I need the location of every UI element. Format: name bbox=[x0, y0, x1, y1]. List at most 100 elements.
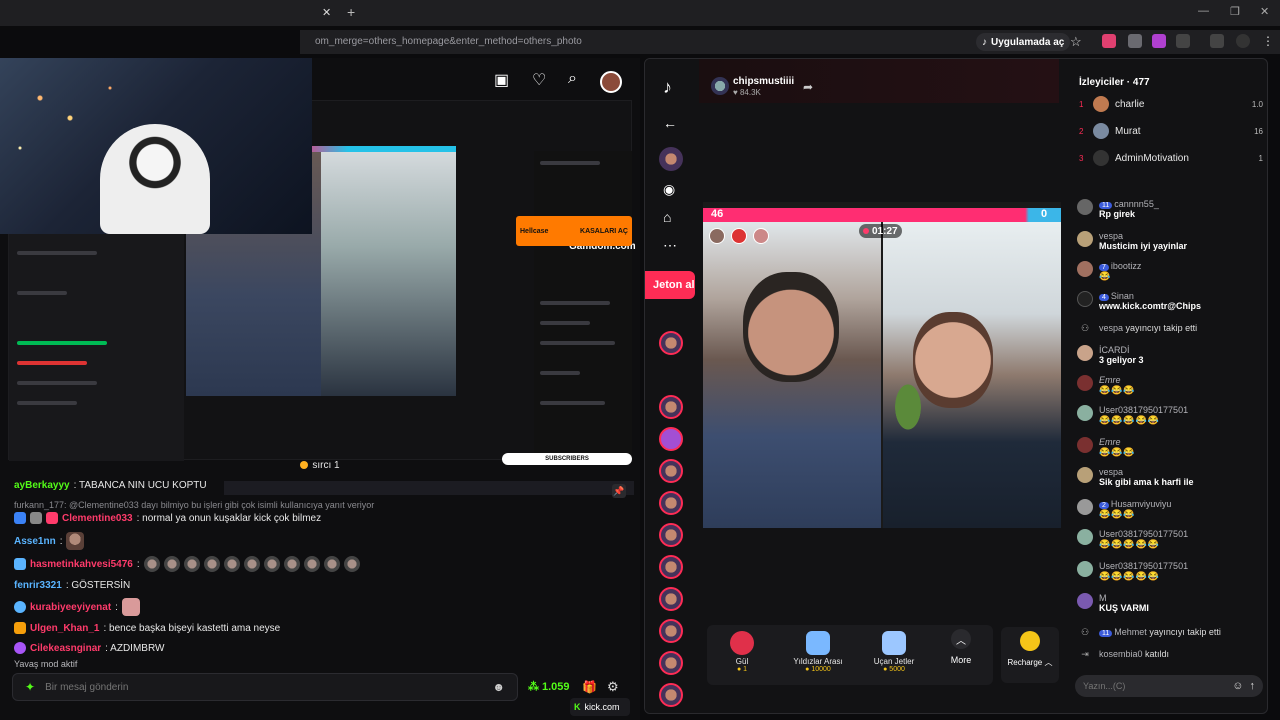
chat-avatar[interactable] bbox=[1077, 291, 1093, 307]
live-avatar[interactable] bbox=[659, 683, 683, 707]
pin-icon[interactable]: 📌 bbox=[612, 484, 626, 498]
minimize-icon[interactable]: — bbox=[1198, 5, 1209, 17]
live-avatar[interactable] bbox=[659, 651, 683, 675]
send-icon[interactable]: ↑ bbox=[1250, 680, 1256, 692]
message-input[interactable] bbox=[45, 681, 483, 693]
chat-avatar[interactable] bbox=[1077, 467, 1093, 483]
viewer-row[interactable]: 2 Murat 16 bbox=[1079, 122, 1263, 140]
live-avatar[interactable] bbox=[659, 331, 683, 355]
more-dots-icon[interactable]: ⋯ bbox=[663, 237, 677, 254]
chat-username[interactable]: Ulgen_Khan_1 bbox=[30, 623, 99, 634]
chat-username[interactable]: İCARDİ bbox=[1099, 345, 1144, 355]
live-avatar[interactable] bbox=[659, 459, 683, 483]
new-tab-icon[interactable]: + bbox=[347, 4, 355, 20]
tab-close-icon[interactable]: ✕ bbox=[322, 6, 331, 19]
comment-input-box[interactable]: ☺ ↑ bbox=[1075, 675, 1263, 697]
gift-icon[interactable]: 🎁 bbox=[582, 680, 597, 694]
chat-username[interactable]: vespa bbox=[1099, 231, 1187, 241]
buy-coins-button[interactable]: Jeton al bbox=[645, 271, 695, 299]
back-arrow-icon[interactable]: ← bbox=[663, 115, 677, 131]
chat-input[interactable]: ✦ ☻ bbox=[12, 673, 518, 701]
shield-extension-icon[interactable] bbox=[1128, 34, 1142, 48]
chat-avatar[interactable] bbox=[1077, 345, 1093, 361]
chat-username[interactable]: ayBerkayyy bbox=[14, 480, 70, 491]
chat-avatar[interactable] bbox=[1077, 199, 1093, 215]
puzzle-icon[interactable] bbox=[1176, 34, 1190, 48]
menu-dots-icon[interactable]: ⋮ bbox=[1262, 34, 1274, 48]
camera-icon[interactable]: ◉ bbox=[663, 181, 675, 198]
chat-username[interactable]: 11 cannnn55_ bbox=[1099, 199, 1159, 209]
theater-icon[interactable]: ▣ bbox=[494, 70, 509, 90]
chat-username[interactable]: 7 ibootizz bbox=[1099, 261, 1141, 271]
chat-username[interactable]: 2 Husamviyuviyu bbox=[1099, 499, 1171, 509]
chat-avatar[interactable] bbox=[1077, 405, 1093, 421]
search-icon[interactable]: ⌕ bbox=[568, 70, 577, 88]
chat-username[interactable]: Emre bbox=[1099, 375, 1136, 385]
address-text[interactable]: om_merge=others_homepage&enter_method=ot… bbox=[315, 36, 582, 47]
profile-icon[interactable] bbox=[1236, 34, 1250, 48]
chat-username[interactable]: Emre bbox=[1099, 437, 1136, 447]
more-gifts-button[interactable]: ︿ More bbox=[939, 629, 983, 681]
share-icon[interactable]: ➦ bbox=[803, 80, 813, 94]
chat-username[interactable]: M bbox=[1099, 593, 1149, 603]
chat-username[interactable]: kosembia0 bbox=[1099, 649, 1143, 659]
chat-username[interactable]: vespa bbox=[1099, 467, 1194, 477]
chat-avatar[interactable] bbox=[1077, 231, 1093, 247]
comment-input[interactable] bbox=[1083, 681, 1233, 691]
live-avatar[interactable] bbox=[659, 395, 683, 419]
live-avatar[interactable] bbox=[659, 427, 683, 451]
close-window-icon[interactable]: ✕ bbox=[1260, 5, 1269, 18]
chat-username[interactable]: fenrir3321 bbox=[14, 580, 62, 591]
viewer-row[interactable]: 3 AdminMotivation 1 bbox=[1079, 149, 1263, 167]
contributor-avatar[interactable] bbox=[709, 228, 725, 244]
extension-icon[interactable] bbox=[1102, 34, 1116, 48]
emoji-icon[interactable]: ☻ bbox=[492, 680, 505, 694]
chat-avatar[interactable] bbox=[1077, 593, 1093, 609]
chat-username[interactable]: Cilekeasnginar bbox=[30, 643, 101, 654]
chat-avatar[interactable] bbox=[1077, 529, 1093, 545]
maximize-icon[interactable]: ❐ bbox=[1230, 5, 1240, 18]
viewer-row[interactable]: 1 charlie 1.0 bbox=[1079, 95, 1263, 113]
open-in-app-button[interactable]: ♪ Uygulamada aç bbox=[976, 33, 1071, 51]
avatar[interactable] bbox=[600, 71, 622, 93]
chat-username[interactable]: Asse1nn bbox=[14, 536, 56, 547]
gift-item[interactable]: Uçan Jetler ● 5000 bbox=[859, 631, 929, 673]
sidebar-avatar[interactable] bbox=[659, 147, 683, 171]
chat-avatar[interactable] bbox=[1077, 261, 1093, 277]
contributor-avatar[interactable] bbox=[753, 228, 769, 244]
gift-item[interactable]: Gül ● 1 bbox=[707, 631, 777, 673]
sparkle-icon[interactable]: ✦ bbox=[25, 680, 35, 694]
chat-avatar[interactable] bbox=[1077, 561, 1093, 577]
chat-username[interactable]: Clementine033 bbox=[62, 513, 133, 524]
recharge-button[interactable]: Recharge ︿ bbox=[1001, 627, 1059, 683]
gift-item[interactable]: Yıldızlar Arası ● 10000 bbox=[783, 631, 853, 673]
live-avatar[interactable] bbox=[659, 587, 683, 611]
media-icon[interactable] bbox=[1210, 34, 1224, 48]
chat-username[interactable]: vespa bbox=[1099, 323, 1123, 333]
live-avatar[interactable] bbox=[659, 491, 683, 515]
home-icon[interactable]: ⌂ bbox=[663, 209, 671, 225]
host-avatar[interactable] bbox=[711, 77, 729, 95]
chat-username[interactable]: kurabiyeeyiyenat bbox=[30, 602, 111, 613]
chat-avatar[interactable] bbox=[1077, 499, 1093, 515]
gear-icon[interactable]: ⚙ bbox=[607, 679, 619, 695]
live-avatar[interactable] bbox=[659, 619, 683, 643]
host-name[interactable]: chipsmustiiii bbox=[733, 76, 794, 87]
bookmark-star-icon[interactable]: ☆ bbox=[1070, 34, 1084, 49]
chat-username[interactable]: hasmetinkahvesi5476 bbox=[30, 559, 133, 570]
chat-username[interactable]: 11 Mehmet bbox=[1099, 627, 1147, 637]
live-avatar[interactable] bbox=[659, 523, 683, 547]
chat-avatar[interactable] bbox=[1077, 375, 1093, 391]
chat-username[interactable]: User03817950177501 bbox=[1099, 529, 1188, 539]
heart-icon[interactable]: ♡ bbox=[532, 70, 546, 90]
chat-avatar[interactable] bbox=[1077, 437, 1093, 453]
extension-icon[interactable] bbox=[1152, 34, 1166, 48]
chat-username[interactable]: User03817950177501 bbox=[1099, 405, 1188, 415]
live-avatar[interactable] bbox=[659, 555, 683, 579]
chat-username[interactable]: 4 Sinan bbox=[1099, 291, 1201, 301]
emoji-icon[interactable]: ☺ bbox=[1232, 680, 1243, 692]
chat-username[interactable]: User03817950177501 bbox=[1099, 561, 1188, 571]
points-counter[interactable]: ⁂ 1.059 bbox=[528, 680, 570, 694]
tiktok-logo-icon[interactable]: ♪ bbox=[663, 77, 672, 98]
live-video[interactable]: 46 0 01:27 bbox=[703, 202, 1061, 528]
